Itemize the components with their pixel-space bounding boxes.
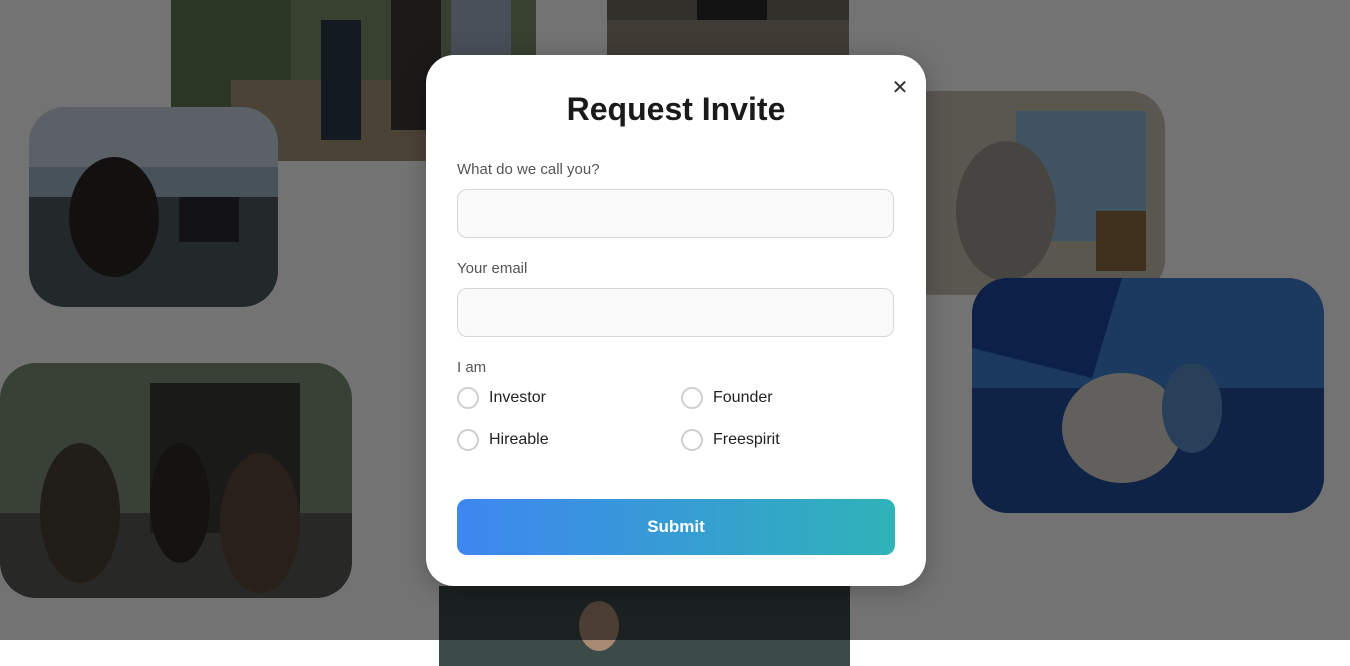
radio-circle-investor[interactable] <box>457 387 479 409</box>
radio-label-investor: Investor <box>489 389 546 406</box>
radio-circle-freespirit[interactable] <box>681 429 703 451</box>
radio-hireable[interactable]: Hireable <box>457 429 549 451</box>
email-input[interactable] <box>457 288 894 337</box>
email-label: Your email <box>457 260 528 277</box>
radio-founder[interactable]: Founder <box>681 387 773 409</box>
radio-circle-founder[interactable] <box>681 387 703 409</box>
radio-investor[interactable]: Investor <box>457 387 546 409</box>
submit-button[interactable]: Submit <box>457 499 895 555</box>
radio-label-hireable: Hireable <box>489 431 549 448</box>
name-label: What do we call you? <box>457 161 600 178</box>
request-invite-modal: ✕ Request Invite What do we call you? Yo… <box>426 55 926 586</box>
radio-circle-hireable[interactable] <box>457 429 479 451</box>
modal-title: Request Invite <box>566 91 786 127</box>
radio-label-freespirit: Freespirit <box>713 431 780 448</box>
role-label: I am <box>457 359 487 376</box>
radio-freespirit[interactable]: Freespirit <box>681 429 780 451</box>
name-input[interactable] <box>457 189 894 238</box>
radio-label-founder: Founder <box>713 389 773 406</box>
